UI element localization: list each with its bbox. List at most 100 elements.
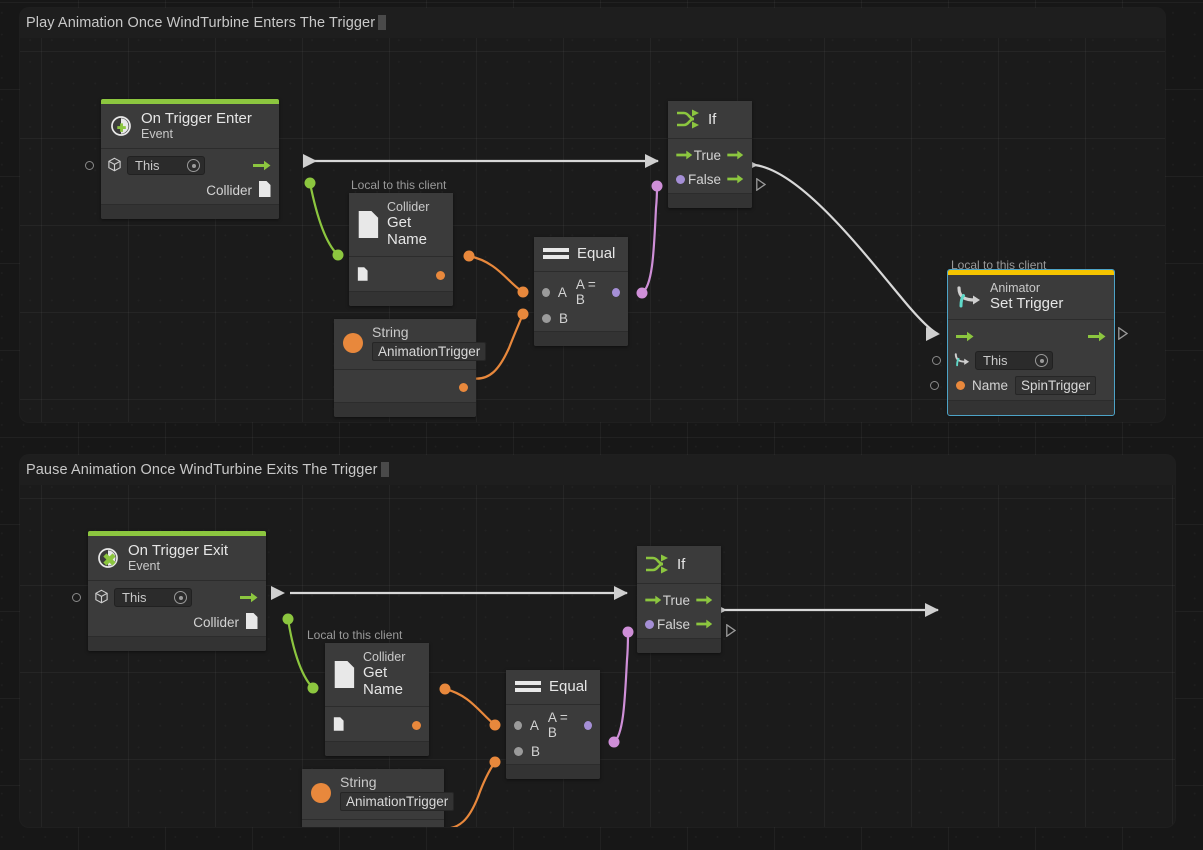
animator-small-icon [954,352,970,370]
exec-in-arrow-icon[interactable] [676,150,693,160]
exec-out-arrow-icon[interactable] [253,160,271,171]
target-field[interactable]: This [127,156,205,175]
condition-input-pin[interactable] [645,619,654,629]
node-equal-2[interactable]: Equal A A = B B [506,670,606,786]
node-body: True False [668,139,752,193]
animator-ring-2[interactable] [930,381,939,390]
target-row[interactable]: This [72,585,266,610]
node-title: On Trigger Exit [128,542,229,559]
if-true-row[interactable]: True [668,143,752,167]
if-2-false-exec-open-arrow[interactable] [726,624,736,637]
false-exec-out-icon[interactable] [727,174,744,184]
true-label: True [662,592,690,608]
input-a-pin[interactable] [542,287,550,297]
graph-1-body[interactable]: On Trigger Enter Event This Collider Loc… [20,38,1165,422]
animator-name-row[interactable]: Name SpinTrigger [930,373,1114,398]
false-exec-out-icon[interactable] [696,619,713,629]
target-field[interactable]: This [114,588,192,607]
node-string-literal-2[interactable]: String AnimationTrigger [302,769,455,827]
input-a-label: A [529,717,539,733]
name-value-field[interactable]: SpinTrigger [1015,376,1097,395]
if-false-row[interactable]: False [668,167,752,191]
node-if-2[interactable]: If True False [637,546,727,660]
node-shadow [954,415,1120,422]
target-picker-icon[interactable] [1035,354,1048,367]
input-b-pin[interactable] [542,314,551,323]
node-body: This Name SpinTrigger [930,320,1114,400]
node-collider-get-name-2[interactable]: Collider Get Name [325,643,435,763]
node-header: Animator Set Trigger [948,275,1114,320]
node-collider-get-name[interactable]: Collider Get Name [349,193,459,313]
condition-input-pin[interactable] [676,174,685,184]
input-a-label: A [557,284,567,300]
name-input-pin[interactable] [956,381,965,390]
false-label: False [687,171,721,187]
getname-io-row[interactable] [325,711,429,739]
if-true-row[interactable]: True [637,588,721,612]
animator-icon [956,285,982,309]
if-false-exec-open-arrow[interactable] [756,178,766,191]
node-if[interactable]: If True False [668,101,758,215]
target-row[interactable]: This [85,153,279,178]
node-animator-set-trigger[interactable]: Animator Set Trigger This Name SpinTrigg… [930,269,1120,422]
input-b-pin[interactable] [514,747,523,756]
string-output-pin[interactable] [459,382,468,392]
equal-row-a[interactable]: A A = B [534,276,628,308]
node-header: String AnimationTrigger [302,769,455,820]
getname-io-row[interactable] [349,261,453,289]
animator-exec-open-arrow[interactable] [1118,327,1128,340]
graph-2-body[interactable]: On Trigger Exit Event This Collider Loca… [20,485,1175,827]
collider-file-icon [333,660,355,688]
collider-output-row[interactable]: Collider [101,178,279,202]
animator-target-field[interactable]: This [975,351,1053,370]
graph-panel-2[interactable]: Pause Animation Once WindTurbine Exits T… [20,455,1175,827]
node-shadow [512,779,606,786]
node-subtitle: String [340,774,377,790]
equal-row-a[interactable]: A A = B [506,709,600,741]
node-footer [325,741,429,756]
equal-row-b[interactable]: B [506,741,600,762]
node-subtitle: Animator [990,281,1041,295]
node-header: String AnimationTrigger [334,319,487,370]
string-output-row[interactable] [302,824,444,827]
animator-target-row[interactable]: This [932,348,1114,373]
animator-ring-1[interactable] [932,356,941,365]
true-exec-out-icon[interactable] [696,595,713,605]
exec-out-arrow-icon[interactable] [240,592,258,603]
left-connection-ring[interactable] [85,161,94,170]
graph-panel-1[interactable]: Play Animation Once WindTurbine Enters T… [20,8,1165,422]
node-footer [948,400,1114,415]
false-label: False [656,616,690,632]
exec-in-arrow-icon[interactable] [645,595,662,605]
name-output-pin[interactable] [436,270,445,280]
string-value-field[interactable]: AnimationTrigger [340,792,455,811]
exec-in-arrow-icon[interactable] [956,331,974,342]
graph-canvas[interactable]: Play Animation Once WindTurbine Enters T… [0,0,1203,850]
string-value-field[interactable]: AnimationTrigger [372,342,487,361]
left-connection-ring[interactable] [72,593,81,602]
output-pin[interactable] [612,287,620,297]
if-false-row[interactable]: False [637,612,721,636]
node-shadow [643,653,727,660]
cliplabel-3: Local to this client [307,628,403,642]
equal-row-b[interactable]: B [534,308,628,329]
node-string-literal[interactable]: String AnimationTrigger [334,319,487,422]
input-a-pin[interactable] [514,720,522,730]
node-body [334,370,476,402]
true-exec-out-icon[interactable] [727,150,744,160]
target-picker-icon[interactable] [187,159,200,172]
node-equal[interactable]: Equal A A = B B [534,237,634,353]
node-header: If [637,546,721,584]
node-body: This Collider [85,149,279,204]
collider-file-icon [245,612,258,632]
string-output-row[interactable] [334,374,476,400]
exec-out-arrow-icon[interactable] [1088,331,1106,342]
node-on-trigger-exit[interactable]: On Trigger Exit Event This Collider [72,531,272,658]
branch-icon [676,108,700,130]
exec-row[interactable] [948,324,1114,348]
target-picker-icon[interactable] [174,591,187,604]
node-on-trigger-enter[interactable]: On Trigger Enter Event This Collider [85,99,285,226]
collider-output-row[interactable]: Collider [88,610,266,634]
name-output-pin[interactable] [412,720,421,730]
output-pin[interactable] [584,720,592,730]
